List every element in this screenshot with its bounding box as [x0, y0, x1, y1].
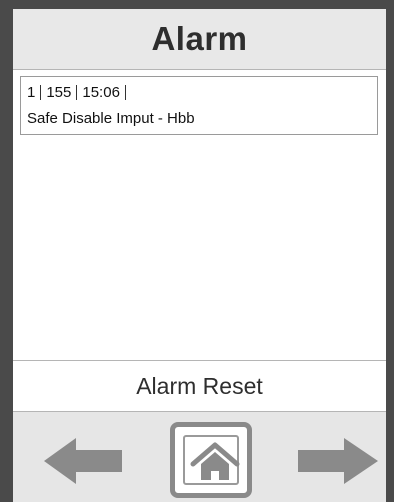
home-button-inner [183, 435, 240, 485]
frame-border-left [0, 0, 13, 502]
alarm-entry-header: 1 155 15:06 [27, 83, 131, 101]
frame-border-top [0, 0, 394, 9]
page-header: Alarm [13, 9, 386, 70]
column-separator [40, 84, 42, 100]
arrow-left-icon [44, 438, 122, 484]
alarm-reset-button[interactable]: Alarm Reset [13, 360, 386, 412]
column-separator [76, 84, 78, 100]
arrow-right-icon [298, 438, 378, 484]
alarm-description: Safe Disable Imput - Hbb [27, 110, 195, 127]
alarm-entry[interactable]: 1 155 15:06 Safe Disable Imput - Hbb [20, 76, 378, 135]
alarm-time: 15:06 [82, 83, 120, 101]
back-button[interactable] [44, 438, 122, 484]
frame-border-right [386, 0, 394, 502]
alarm-code: 155 [46, 83, 72, 101]
device-screen: Alarm 1 155 15:06 Safe Disable Imput - H… [0, 0, 394, 502]
page-title: Alarm [151, 20, 248, 57]
home-icon [190, 442, 240, 480]
forward-button[interactable] [298, 438, 378, 484]
column-separator [124, 84, 126, 100]
home-button[interactable] [170, 422, 252, 498]
alarm-reset-label: Alarm Reset [136, 372, 263, 399]
alarm-number: 1 [27, 83, 36, 101]
navigation-bar [13, 412, 386, 502]
alarm-list: 1 155 15:06 Safe Disable Imput - Hbb [13, 70, 386, 360]
